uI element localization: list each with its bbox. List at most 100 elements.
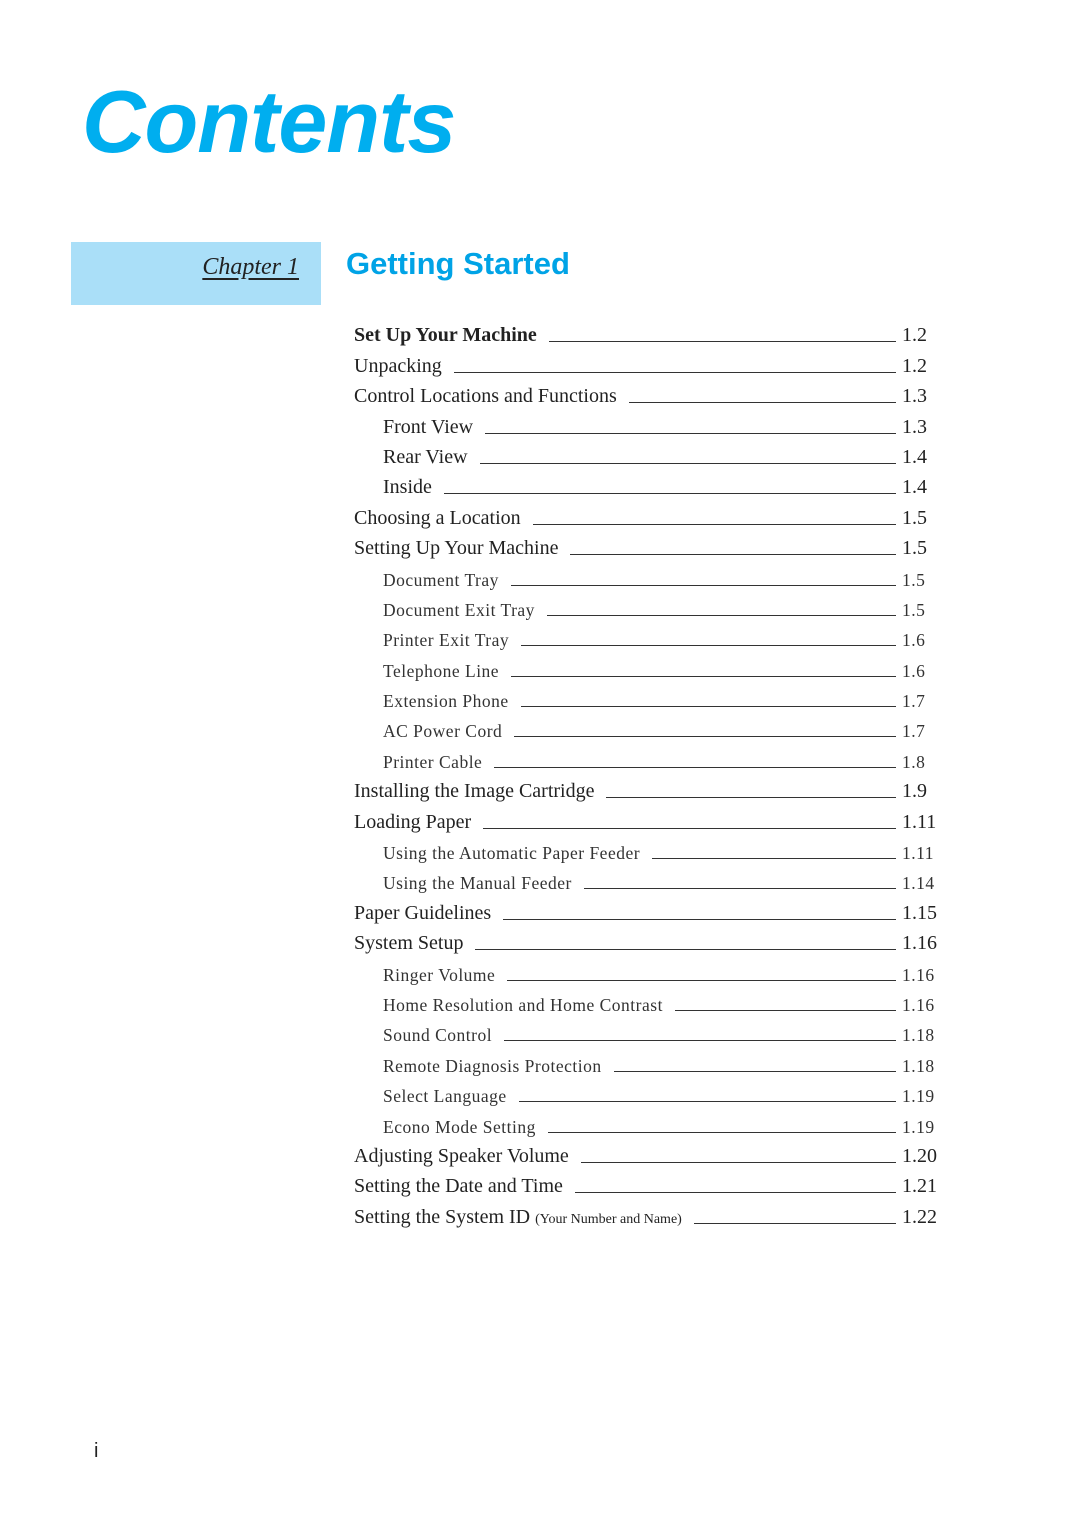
leader-line bbox=[546, 614, 896, 616]
leader-line bbox=[475, 949, 896, 951]
toc-entry-title-text: Sound Control bbox=[383, 1025, 493, 1046]
toc-entry[interactable]: Using the Automatic Paper Feeder 1.11 bbox=[354, 838, 944, 868]
toc-entry-title-text: Remote Diagnosis Protection bbox=[383, 1055, 602, 1076]
toc-entry-page: 1.5 bbox=[902, 537, 927, 560]
toc-entry-title-text: Front View bbox=[383, 415, 474, 438]
toc-entry-title-text: Rear View bbox=[383, 445, 468, 468]
toc-entry[interactable]: Loading Paper 1.11 bbox=[354, 807, 944, 837]
toc-entry[interactable]: AC Power Cord 1.7 bbox=[354, 716, 944, 746]
leader-line bbox=[548, 341, 896, 343]
toc-entry[interactable]: Remote Diagnosis Protection 1.18 bbox=[354, 1050, 944, 1080]
toc-entry[interactable]: Setting the Date and Time 1.21 bbox=[354, 1172, 944, 1202]
leader-line bbox=[443, 493, 896, 495]
toc-entry-title-text: Select Language bbox=[383, 1086, 507, 1107]
toc-entry-page: 1.2 bbox=[902, 324, 927, 347]
toc-entry-title-text: Control Locations and Functions bbox=[354, 385, 617, 408]
toc-entry-title-text: Paper Guidelines bbox=[354, 901, 492, 924]
toc-entry[interactable]: Printer Cable 1.8 bbox=[354, 746, 944, 776]
toc-entry-title: Using the Automatic Paper Feeder bbox=[383, 843, 640, 868]
toc-entry-title: System Setup bbox=[354, 932, 463, 959]
toc-entry-title-text: Setting the Date and Time bbox=[354, 1175, 563, 1198]
toc-entry[interactable]: Setting the System ID (Your Number and N… bbox=[354, 1202, 944, 1232]
toc-entry-title: Setting the Date and Time bbox=[354, 1175, 563, 1202]
leader-line bbox=[504, 1040, 896, 1042]
toc-entry[interactable]: Ringer Volume 1.16 bbox=[354, 959, 944, 989]
toc-entry-title: Setting Up Your Machine bbox=[354, 537, 558, 564]
toc-entry-title: Printer Cable bbox=[383, 752, 482, 777]
toc-entry-page: 1.7 bbox=[902, 691, 926, 712]
toc-entry[interactable]: Document Exit Tray 1.5 bbox=[354, 595, 944, 625]
toc-entry-title: Ringer Volume bbox=[383, 965, 495, 990]
toc-entry[interactable]: Rear View 1.4 bbox=[354, 443, 944, 473]
toc-entry[interactable]: Control Locations and Functions 1.3 bbox=[354, 382, 944, 412]
toc-entry-page: 1.22 bbox=[902, 1205, 937, 1228]
toc-entry[interactable]: Front View 1.3 bbox=[354, 412, 944, 442]
toc-entry-title: Home Resolution and Home Contrast bbox=[383, 995, 663, 1020]
toc-entry[interactable]: Telephone Line 1.6 bbox=[354, 655, 944, 685]
toc-entry-page: 1.16 bbox=[902, 964, 935, 985]
leader-line bbox=[511, 675, 896, 677]
toc-entry-page: 1.8 bbox=[902, 751, 926, 772]
toc-entry-page: 1.5 bbox=[902, 599, 926, 620]
toc-entry-title-text: Unpacking bbox=[354, 354, 442, 377]
leader-line bbox=[518, 1101, 896, 1103]
leader-line bbox=[547, 1131, 896, 1133]
toc-entry[interactable]: Sound Control 1.18 bbox=[354, 1020, 944, 1050]
toc-entry[interactable]: Printer Exit Tray 1.6 bbox=[354, 625, 944, 655]
toc-entry-title: Front View bbox=[383, 416, 473, 443]
toc-entry[interactable]: Econo Mode Setting 1.19 bbox=[354, 1111, 944, 1141]
toc-entry[interactable]: Unpacking 1.2 bbox=[354, 351, 944, 381]
leader-line bbox=[521, 645, 896, 647]
toc-entry-page: 1.9 bbox=[902, 780, 927, 803]
toc-entry-title-text: Telephone Line bbox=[383, 660, 500, 681]
leader-line bbox=[674, 1009, 896, 1011]
toc-entry[interactable]: Adjusting Speaker Volume 1.20 bbox=[354, 1142, 944, 1172]
toc-entry[interactable]: Document Tray 1.5 bbox=[354, 564, 944, 594]
toc-entry-title-text: Loading Paper bbox=[354, 810, 472, 833]
toc-entry[interactable]: Choosing a Location 1.5 bbox=[354, 503, 944, 533]
leader-line bbox=[520, 706, 896, 708]
toc-entry[interactable]: Paper Guidelines 1.15 bbox=[354, 898, 944, 928]
toc-entry-page: 1.2 bbox=[902, 354, 927, 377]
toc-entry-title-text: Inside bbox=[383, 476, 432, 499]
leader-line bbox=[532, 523, 896, 525]
toc-entry-title-text: Printer Exit Tray bbox=[383, 630, 510, 651]
toc-entry[interactable]: Extension Phone 1.7 bbox=[354, 686, 944, 716]
toc-entry-title: Rear View bbox=[383, 446, 468, 473]
toc-entry-title-text: Choosing a Location bbox=[354, 506, 521, 529]
toc-entry-title-text: Set Up Your Machine bbox=[354, 324, 537, 347]
leader-line bbox=[580, 1161, 896, 1163]
toc-entry-title: Remote Diagnosis Protection bbox=[383, 1056, 602, 1081]
toc-entry-page: 1.14 bbox=[902, 873, 935, 894]
toc-entry-title-text: Document Tray bbox=[383, 569, 499, 590]
toc-entry[interactable]: Setting Up Your Machine 1.5 bbox=[354, 534, 944, 564]
toc-entry-title-text: Printer Cable bbox=[383, 751, 483, 772]
toc-entry-page: 1.4 bbox=[902, 445, 927, 468]
toc-entry-title: Control Locations and Functions bbox=[354, 385, 617, 412]
toc-entry-title-text: Ringer Volume bbox=[383, 964, 496, 985]
toc-entry[interactable]: Select Language 1.19 bbox=[354, 1081, 944, 1111]
toc-entry-title: Setting the System ID (Your Number and N… bbox=[354, 1206, 682, 1233]
toc-entry[interactable]: Using the Manual Feeder 1.14 bbox=[354, 868, 944, 898]
toc-entry-page: 1.5 bbox=[902, 569, 926, 590]
toc-entry[interactable]: System Setup 1.16 bbox=[354, 929, 944, 959]
toc-entry-title: Select Language bbox=[383, 1086, 507, 1111]
toc-entry-title-text: Econo Mode Setting bbox=[383, 1116, 536, 1137]
table-of-contents: Set Up Your Machine 1.2 Unpacking 1.2 Contro… bbox=[354, 321, 944, 1233]
leader-line bbox=[514, 736, 896, 738]
toc-entry[interactable]: Inside 1.4 bbox=[354, 473, 944, 503]
toc-entry-title: Using the Manual Feeder bbox=[383, 873, 572, 898]
toc-entry-page: 1.19 bbox=[902, 1116, 935, 1137]
toc-entry-page: 1.11 bbox=[902, 843, 934, 864]
toc-entry[interactable]: Home Resolution and Home Contrast 1.16 bbox=[354, 990, 944, 1020]
toc-entry-title: Document Exit Tray bbox=[383, 600, 535, 625]
leader-line bbox=[483, 827, 896, 829]
page-title: Contents bbox=[82, 72, 456, 171]
toc-entry[interactable]: Installing the Image Cartridge 1.9 bbox=[354, 777, 944, 807]
toc-entry[interactable]: Set Up Your Machine 1.2 bbox=[354, 321, 944, 351]
leader-line bbox=[693, 1222, 896, 1224]
toc-entry-title: Document Tray bbox=[383, 570, 499, 595]
toc-entry-page: 1.4 bbox=[902, 476, 927, 499]
toc-entry-page: 1.6 bbox=[902, 630, 926, 651]
leader-line bbox=[485, 432, 896, 434]
